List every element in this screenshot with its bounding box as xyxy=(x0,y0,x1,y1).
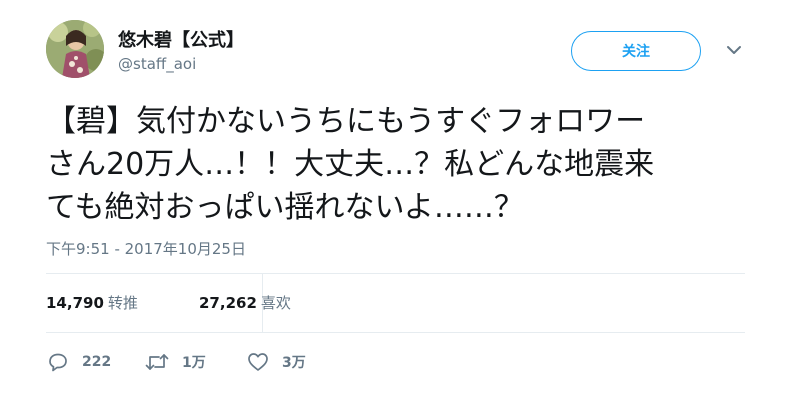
tweet-stats: 14,790 转推 27,262 喜欢 xyxy=(46,292,291,313)
tweet-text-line: ても絶対おっぱい揺れないよ……？ xyxy=(46,190,524,225)
reply-button[interactable]: 222 xyxy=(46,350,111,374)
follow-button[interactable]: 关注 xyxy=(571,31,701,71)
reply-icon xyxy=(49,353,67,372)
retweet-icon xyxy=(145,354,169,370)
reply-count: 222 xyxy=(82,354,112,370)
avatar[interactable] xyxy=(46,20,104,78)
divider xyxy=(46,332,745,333)
retweet-stat-label: 转推 xyxy=(107,294,138,312)
retweet-stat[interactable]: 14,790 转推 xyxy=(46,294,138,312)
user-handle[interactable]: @staff_aoi xyxy=(118,55,196,73)
like-button[interactable]: 3万 xyxy=(246,350,306,374)
tweet-timestamp[interactable]: 下午9:51 - 2017年10月25日 xyxy=(46,238,246,259)
like-stat[interactable]: 27,262 喜欢 xyxy=(199,292,291,313)
divider xyxy=(46,273,745,274)
chevron-down-icon[interactable] xyxy=(724,40,744,60)
like-stat-label: 喜欢 xyxy=(260,294,291,312)
tweet-actions: 222 1万 3万 xyxy=(46,350,366,376)
tweet-text: 【碧】気付かないうちにもうすぐフォロワー さん20万人…！！大丈夫…？私どんな地… xyxy=(46,100,766,229)
retweet-button[interactable]: 1万 xyxy=(144,350,206,374)
avatar-image xyxy=(46,20,104,78)
retweet-count: 1万 xyxy=(182,355,206,371)
retweet-stat-count: 14,790 xyxy=(46,294,104,312)
like-stat-count: 27,262 xyxy=(199,294,257,312)
like-count: 3万 xyxy=(282,355,306,371)
display-name[interactable]: 悠木碧【公式】 xyxy=(118,26,244,52)
heart-icon xyxy=(248,353,268,371)
tweet-text-line: さん20万人…！！大丈夫…？私どんな地震来 xyxy=(46,147,655,182)
tweet-text-line: 【碧】気付かないうちにもうすぐフォロワー xyxy=(46,104,646,139)
